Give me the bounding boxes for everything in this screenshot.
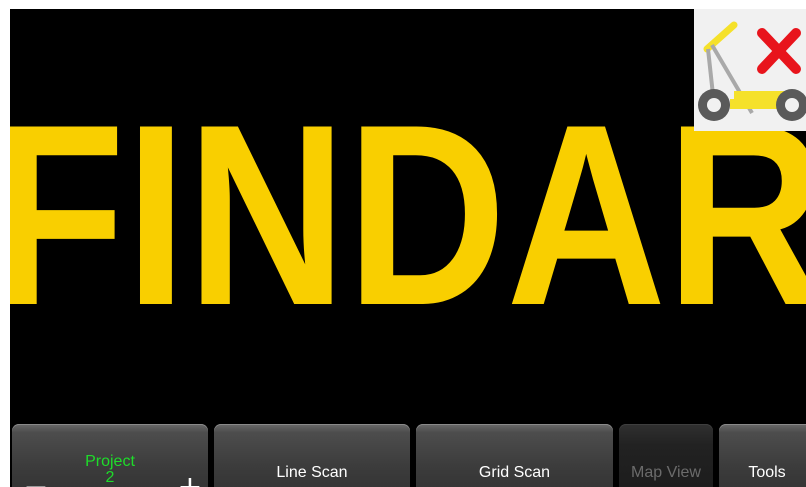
project-decrement-button[interactable]: − [22,473,50,487]
app-screen: FINDAR Project 2 − + [10,9,806,487]
bottom-toolbar: Project 2 − + Line Scan Grid Scan Map Vi… [10,424,806,487]
project-increment-button[interactable]: + [176,473,204,487]
tools-button[interactable]: Tools [719,424,806,487]
map-view-label: Map View [631,464,701,481]
project-title: Project [85,453,135,470]
line-scan-label: Line Scan [276,464,348,481]
line-scan-button[interactable]: Line Scan [214,424,410,487]
findar-logo-graphic: FINDAR [10,104,806,309]
grid-scan-button[interactable]: Grid Scan [416,424,613,487]
findar-logo: FINDAR [10,104,806,309]
findar-logo-text: FINDAR [10,104,806,309]
project-selector[interactable]: Project 2 − + [12,424,208,487]
gpr-cart-disconnected-icon[interactable] [694,9,806,131]
grid-scan-label: Grid Scan [478,464,551,481]
map-view-button[interactable]: Map View [619,424,713,487]
tools-label: Tools [748,464,786,481]
